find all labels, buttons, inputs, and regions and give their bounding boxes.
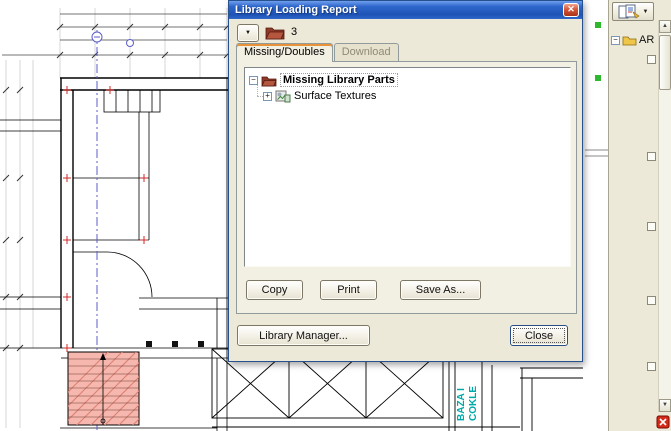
tree-node-stub[interactable] [647,152,656,161]
plan-annotation-cokle: COKLE [468,386,479,421]
tree-item-label: AR [639,34,655,46]
selection-handles [585,22,608,157]
scroll-up-button[interactable]: ▲ [659,20,671,33]
dialog-title: Library Loading Report [235,4,357,16]
tree-item-surface-textures[interactable]: + Surface Textures [263,88,566,104]
caret-down-icon: ▼ [642,8,649,15]
staircase [67,351,140,426]
missing-doubles-tabpage: − Missing Library Parts + Surface Textur… [236,61,577,314]
collapse-icon[interactable]: − [249,75,258,85]
scrollbar-thumb[interactable] [659,35,671,90]
dialog-titlebar[interactable]: Library Loading Report ✕ [229,1,582,19]
save-as-button[interactable]: Save As... [400,280,481,300]
project-chooser-button[interactable]: ▼ [612,2,654,21]
expand-icon[interactable]: + [263,91,272,101]
vertical-scrollbar[interactable]: ▲ ▼ [658,20,671,412]
missing-count: 3 [291,26,298,38]
exterior-walls [60,77,228,348]
dimension-ticks [2,23,231,352]
library-loading-report-dialog: Library Loading Report ✕ ▼ 3 Missing/Dou… [228,0,583,362]
tab-strip: Missing/Doubles Download [236,43,400,62]
scrollbar-track[interactable] [659,33,671,399]
dialog-body: ▼ 3 Missing/Doubles Download − Missing L… [229,19,582,363]
tree-item-missing-library-parts[interactable]: − Missing Library Parts [249,72,566,88]
tree-node-stub[interactable] [647,222,656,231]
navigator-panel: ▼ − AR ▲ ▼ [608,0,671,431]
plan-annotation-baza: BAZA I [456,388,467,421]
column-markers [146,341,204,347]
dialog-close-button[interactable]: ✕ [563,3,579,17]
red-x-icon [656,415,670,429]
missing-parts-tree[interactable]: − Missing Library Parts + Surface Textur… [244,67,571,267]
report-options-dropdown-button[interactable]: ▼ [237,24,259,42]
close-button[interactable]: Close [510,325,568,346]
library-part-icon [275,90,291,103]
hotspot-crosses [63,86,148,352]
missing-parts-folder-icon [265,24,285,43]
close-icon: ✕ [567,4,575,14]
scroll-down-button[interactable]: ▼ [659,399,671,412]
collapse-icon[interactable]: − [611,35,620,45]
library-folder-icon [622,36,637,46]
documents-icon [618,4,640,19]
tree-item-label: Missing Library Parts [280,73,398,87]
tree-node-stub[interactable] [647,362,656,371]
print-button[interactable]: Print [320,280,377,300]
application-window: BAZA I COKLE ▼ − AR ▲ ▼ Library Loading … [0,0,671,431]
library-manager-button[interactable]: Library Manager... [237,325,370,346]
copy-button[interactable]: Copy [246,280,303,300]
tree-node-stub[interactable] [647,55,656,64]
tree-item-label: Surface Textures [294,90,377,102]
plan-annotations: BAZA I COKLE [456,386,479,421]
tree-item-archicad-library[interactable]: − AR [611,34,654,46]
tab-download[interactable]: Download [333,43,399,61]
tab-missing-doubles[interactable]: Missing/Doubles [236,43,333,62]
folder-icon [261,76,277,86]
error-status-icon[interactable] [656,415,670,429]
dimension-lines [2,13,227,56]
tree-node-stub[interactable] [647,296,656,305]
